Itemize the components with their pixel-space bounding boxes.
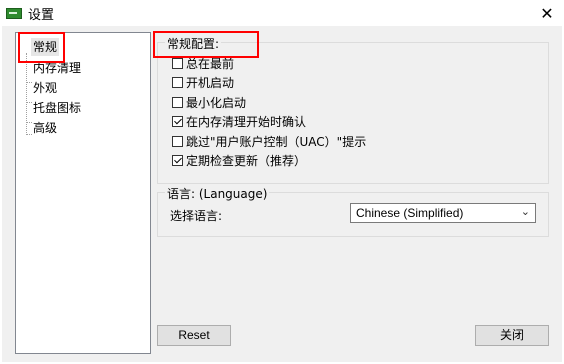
checkbox-box[interactable] <box>172 154 183 166</box>
tree-item-tray-icon[interactable]: 托盘图标 <box>33 99 81 117</box>
checkbox-box[interactable] <box>172 115 183 127</box>
checkbox-box[interactable] <box>172 57 183 69</box>
checkbox-start-minimized[interactable]: 最小化启动 <box>172 93 246 111</box>
chevron-down-icon: ⌄ <box>520 205 530 218</box>
language-select[interactable]: Chinese (Simplified) ⌄ <box>350 203 536 223</box>
checkbox-start-with-windows[interactable]: 开机启动 <box>172 73 234 91</box>
window-title: 设置 <box>28 8 55 23</box>
checkbox-confirm-cleanup[interactable]: 在内存清理开始时确认 <box>172 112 306 130</box>
highlight-box <box>153 31 259 58</box>
tree-item-appearance[interactable]: 外观 <box>33 79 57 97</box>
close-window-button[interactable]: ✕ <box>530 0 564 26</box>
close-button[interactable]: 关闭 <box>475 325 549 346</box>
checkbox-skip-uac[interactable]: 跳过"用户账户控制（UAC）"提示 <box>172 132 366 150</box>
app-icon <box>6 8 22 19</box>
highlight-box <box>18 32 65 63</box>
tree-connector <box>26 82 32 83</box>
checkbox-label: 定期检查更新（推荐） <box>186 153 307 168</box>
checkbox-check-updates[interactable]: 定期检查更新（推荐） <box>172 151 306 169</box>
tree-connector <box>26 134 32 135</box>
language-group-title: 语言: (Language) <box>165 185 270 202</box>
checkbox-label: 最小化启动 <box>186 95 247 110</box>
checkbox-label: 跳过"用户账户控制（UAC）"提示 <box>186 134 367 149</box>
tree-item-advanced[interactable]: 高级 <box>33 119 57 137</box>
tree-connector <box>26 102 32 103</box>
close-icon: ✕ <box>540 3 554 23</box>
checkbox-label: 在内存清理开始时确认 <box>186 114 307 129</box>
reset-button[interactable]: Reset <box>157 325 231 346</box>
checkbox-label: 开机启动 <box>186 75 235 90</box>
title-bar: 设置 ✕ <box>0 0 564 26</box>
checkbox-box[interactable] <box>172 76 183 88</box>
tree-connector <box>26 122 32 123</box>
checkbox-box[interactable] <box>172 135 183 147</box>
checkbox-box[interactable] <box>172 96 183 108</box>
settings-category-tree[interactable]: 常规 内存清理 外观 托盘图标 高级 <box>15 32 151 354</box>
language-select-label: 选择语言: <box>170 209 223 223</box>
language-select-value: Chinese (Simplified) <box>356 206 464 220</box>
dialog-client: 常规 内存清理 外观 托盘图标 高级 常规配置: 总在最前 开机启动 最小化启动… <box>2 26 562 362</box>
